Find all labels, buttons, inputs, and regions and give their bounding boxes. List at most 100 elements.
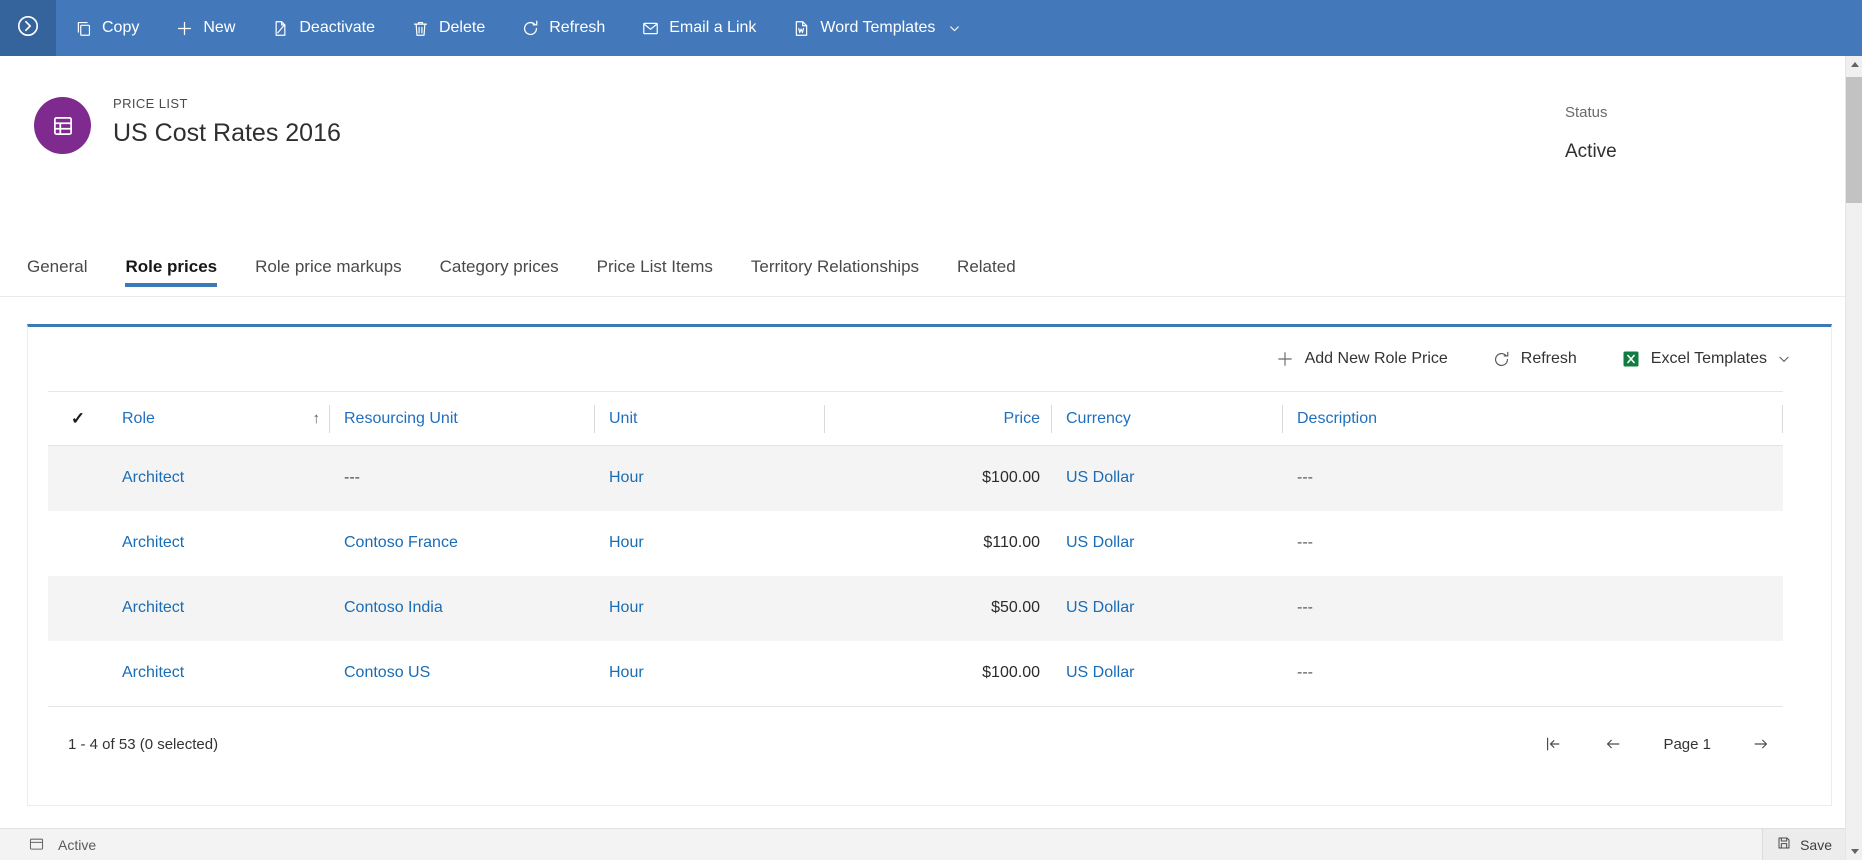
deactivate-label: Deactivate <box>299 19 375 36</box>
cell-resourcing-unit[interactable]: Contoso US <box>330 641 595 706</box>
add-new-role-price-label: Add New Role Price <box>1304 350 1448 367</box>
row-select-cell[interactable] <box>48 641 108 706</box>
cell-currency[interactable]: US Dollar <box>1052 511 1283 576</box>
cell-unit[interactable]: Hour <box>595 446 825 511</box>
circle-chevron-icon <box>15 13 41 44</box>
cell-currency[interactable]: US Dollar <box>1052 446 1283 511</box>
word-templates-button[interactable]: Word Templates <box>774 0 979 56</box>
previous-page-button[interactable] <box>1603 734 1623 754</box>
command-bar: Copy New Deactivate Delete Refresh Email… <box>0 0 1862 56</box>
cell-description: --- <box>1297 664 1313 681</box>
cell-unit[interactable]: Hour <box>595 576 825 641</box>
status-bar: Active Save <box>0 828 1845 860</box>
cell-description: --- <box>1297 469 1313 487</box>
cell-currency[interactable]: US Dollar <box>1052 576 1283 641</box>
cell-role[interactable]: Architect <box>108 446 330 511</box>
scrollbar-up-button[interactable] <box>1846 56 1862 73</box>
refresh-icon <box>1492 350 1511 369</box>
status-field-label: Status <box>1565 104 1608 121</box>
role-prices-table: ✓ Role ↑ Resourcing Unit Unit Price Curr… <box>48 391 1783 706</box>
tab-role-price-markups[interactable]: Role price markups <box>255 237 401 296</box>
row-select-cell[interactable] <box>48 446 108 511</box>
scrollbar-down-button[interactable] <box>1846 843 1862 860</box>
tab-territory-relationships[interactable]: Territory Relationships <box>751 237 919 296</box>
record-set-navigator-button[interactable] <box>0 0 56 56</box>
subgrid-footer: 1 - 4 of 53 (0 selected) Page 1 <box>48 705 1783 800</box>
cell-role[interactable]: Architect <box>108 576 330 641</box>
cell-price: $50.00 <box>991 599 1040 616</box>
cell-unit[interactable]: Hour <box>595 511 825 576</box>
column-header-description[interactable]: Description <box>1283 391 1783 446</box>
table-row[interactable]: Architect --- Hour $100.00 US Dollar --- <box>48 445 1783 511</box>
title-block: PRICE LIST US Cost Rates 2016 <box>113 96 341 148</box>
first-page-button[interactable] <box>1543 734 1563 754</box>
cell-currency[interactable]: US Dollar <box>1052 641 1283 706</box>
sort-ascending-icon: ↑ <box>312 410 321 427</box>
pager: Page 1 <box>1543 734 1771 754</box>
cell-resourcing-unit[interactable]: Contoso India <box>330 576 595 641</box>
cell-unit[interactable]: Hour <box>595 641 825 706</box>
cell-role[interactable]: Architect <box>108 641 330 706</box>
deactivate-icon <box>271 19 290 38</box>
cell-resourcing-unit[interactable]: Contoso France <box>330 511 595 576</box>
row-select-cell[interactable] <box>48 576 108 641</box>
column-header-currency[interactable]: Currency <box>1052 391 1283 446</box>
price-list-entity-icon <box>34 97 91 154</box>
excel-templates-label: Excel Templates <box>1650 350 1767 367</box>
cell-role[interactable]: Architect <box>108 511 330 576</box>
excel-icon <box>1621 349 1641 369</box>
column-header-resourcing-unit[interactable]: Resourcing Unit <box>330 391 595 446</box>
tab-role-prices[interactable]: Role prices <box>125 237 217 296</box>
grid-refresh-button[interactable]: Refresh <box>1492 350 1577 369</box>
refresh-button[interactable]: Refresh <box>503 0 623 56</box>
envelope-icon <box>641 19 660 38</box>
deactivate-button[interactable]: Deactivate <box>253 0 393 56</box>
new-label: New <box>203 19 236 36</box>
cell-description: --- <box>1297 599 1313 616</box>
record-state-label: Active <box>58 836 97 853</box>
save-label: Save <box>1800 836 1832 853</box>
new-button[interactable]: New <box>157 0 253 56</box>
chevron-down-icon <box>948 22 961 35</box>
record-count: 1 - 4 of 53 (0 selected) <box>68 735 219 753</box>
delete-button[interactable]: Delete <box>393 0 503 56</box>
table-header-row: ✓ Role ↑ Resourcing Unit Unit Price Curr… <box>48 391 1783 446</box>
column-header-price[interactable]: Price <box>825 391 1052 446</box>
delete-label: Delete <box>438 19 486 36</box>
tab-category-prices[interactable]: Category prices <box>440 237 559 296</box>
row-select-cell[interactable] <box>48 511 108 576</box>
tab-related[interactable]: Related <box>957 237 1016 296</box>
copy-button[interactable]: Copy <box>56 0 157 56</box>
table-row[interactable]: Architect Contoso India Hour $50.00 US D… <box>48 575 1783 641</box>
triangle-down-icon <box>1850 849 1859 854</box>
table-row[interactable]: Architect Contoso France Hour $110.00 US… <box>48 511 1783 576</box>
add-new-role-price-button[interactable]: Add New Role Price <box>1275 349 1448 369</box>
email-link-label: Email a Link <box>669 19 757 36</box>
column-header-role[interactable]: Role ↑ <box>108 391 330 446</box>
check-icon: ✓ <box>70 408 86 428</box>
next-page-button[interactable] <box>1751 734 1771 754</box>
column-label-role: Role <box>122 409 155 427</box>
status-field: Status Active <box>1565 104 1617 163</box>
email-link-button[interactable]: Email a Link <box>623 0 774 56</box>
tab-price-list-items[interactable]: Price List Items <box>597 237 713 296</box>
trash-icon <box>411 19 430 38</box>
subgrid-toolbar: Add New Role Price Refresh Excel Templat… <box>28 327 1831 391</box>
chevron-down-icon <box>1777 352 1791 366</box>
page-title: US Cost Rates 2016 <box>113 119 341 147</box>
plus-icon <box>175 19 194 38</box>
scrollbar-thumb[interactable] <box>1846 77 1862 203</box>
cell-description: --- <box>1297 534 1313 551</box>
tab-general[interactable]: General <box>27 237 87 296</box>
table-row[interactable]: Architect Contoso US Hour $100.00 US Dol… <box>48 641 1783 706</box>
save-button[interactable]: Save <box>1762 829 1845 860</box>
tab-bar: General Role prices Role price markups C… <box>0 237 1862 297</box>
plus-icon <box>1275 349 1295 369</box>
select-all-checkbox[interactable]: ✓ <box>48 391 108 446</box>
triangle-up-icon <box>1850 62 1859 67</box>
column-header-unit[interactable]: Unit <box>595 391 825 446</box>
entity-type-label: PRICE LIST <box>113 96 188 111</box>
vertical-scrollbar[interactable] <box>1845 56 1862 860</box>
excel-templates-button[interactable]: Excel Templates <box>1621 349 1791 369</box>
refresh-label: Refresh <box>549 19 606 36</box>
